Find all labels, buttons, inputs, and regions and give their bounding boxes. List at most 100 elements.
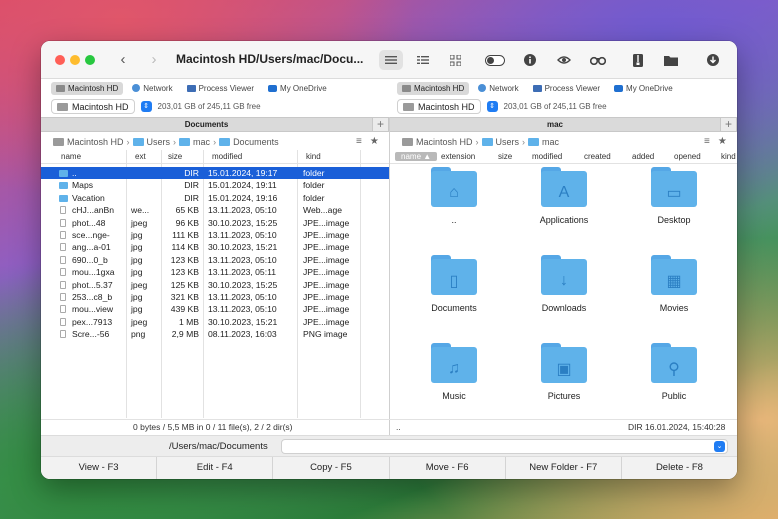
back-button[interactable]: ‹ — [113, 50, 133, 70]
disk-icon — [57, 102, 68, 111]
drive-macintosh-hd[interactable]: Macintosh HD — [397, 81, 470, 95]
right-add-tab-button[interactable]: + — [720, 117, 737, 132]
edit-f4-button[interactable]: Edit - F4 — [157, 457, 274, 479]
folder-icon: ▯ — [431, 255, 477, 295]
col-name[interactable]: name — [61, 152, 81, 161]
drive-macintosh-hd[interactable]: Macintosh HD — [51, 81, 124, 95]
table-row[interactable]: pex...7913 jpeg 1 MB 30.10.2023, 15:21 JPE..… — [41, 316, 389, 328]
command-input[interactable]: ⌄ — [281, 439, 728, 454]
download-icon[interactable] — [701, 50, 725, 70]
grid-view-icon[interactable] — [443, 50, 467, 70]
table-row[interactable]: Scre...-56 png 2,9 MB 08.11.2023, 16:03 PNG … — [41, 328, 389, 340]
minimize-window-button[interactable] — [70, 55, 80, 65]
eye-icon[interactable] — [552, 50, 576, 70]
new-folder-f7-button[interactable]: New Folder - F7 — [506, 457, 622, 479]
crumb[interactable]: mac — [542, 137, 559, 147]
close-window-button[interactable] — [55, 55, 65, 65]
table-row[interactable]: cHJ...anBn we... 65 KB 13.11.2023, 05:10 Web… — [41, 204, 389, 216]
cell-name: Scre...-56 — [72, 329, 110, 340]
updown-chevron-icon[interactable]: ⇕ — [486, 101, 498, 112]
col-ext[interactable]: ext — [135, 152, 146, 161]
left-disk-selector[interactable]: Macintosh HD — [51, 99, 135, 114]
drive-network[interactable]: Network — [473, 82, 523, 95]
folder-item[interactable]: ♫ Music — [404, 343, 504, 401]
col-created[interactable]: created — [584, 152, 611, 161]
star-icon[interactable]: ★ — [370, 136, 379, 147]
table-row[interactable]: mou...1gxa jpg 123 KB 13.11.2023, 05:11 JPE.… — [41, 266, 389, 278]
forward-button[interactable]: › — [144, 50, 164, 70]
folder-item[interactable]: ↓ Downloads — [514, 255, 614, 313]
list-view-icon[interactable] — [379, 50, 403, 70]
home-folder-icon — [528, 137, 540, 146]
folder-icon[interactable] — [659, 50, 683, 70]
chevron-down-icon[interactable]: ⌄ — [714, 441, 725, 452]
move-f6-button[interactable]: Move - F6 — [390, 457, 506, 479]
col-name[interactable]: name ▲ — [395, 152, 438, 161]
cell-modified: 30.10.2023, 15:25 — [208, 279, 278, 290]
crumb[interactable]: Macintosh HD — [67, 137, 124, 147]
folder-item[interactable]: ⌂.. — [404, 167, 504, 225]
menu-icon[interactable]: ≡ — [704, 136, 710, 147]
table-row[interactable]: phot...5.37 jpeg 125 KB 30.10.2023, 15:25 JP… — [41, 279, 389, 291]
right-tab-mac[interactable]: mac — [390, 117, 720, 132]
table-row[interactable]: 253...c8_b jpg 321 KB 13.11.2023, 05:10 JPE.… — [41, 291, 389, 303]
table-row[interactable]: mou...view jpg 439 KB 13.11.2023, 05:10 JPE.… — [41, 303, 389, 315]
cell-modified: 13.11.2023, 05:11 — [208, 267, 277, 278]
file-icon — [60, 305, 66, 314]
col-opened[interactable]: opened — [674, 152, 701, 161]
binoculars-icon[interactable] — [586, 50, 610, 70]
table-row[interactable]: 690...0_b jpg 123 KB 13.11.2023, 05:10 JPE..… — [41, 254, 389, 266]
crumb[interactable]: mac — [193, 137, 210, 147]
folder-item[interactable]: ▭ Desktop — [624, 167, 724, 225]
drive-process-viewer[interactable]: Process Viewer — [528, 82, 605, 95]
table-row[interactable]: ang...a-01 jpg 114 KB 30.10.2023, 15:21 JPE.… — [41, 241, 389, 253]
table-row[interactable]: Vacation DIR 15.01.2024, 19:16 folder — [41, 192, 389, 204]
folder-item[interactable]: ▣ Pictures — [514, 343, 614, 401]
drive-onedrive[interactable]: My OneDrive — [263, 82, 332, 95]
updown-chevron-icon[interactable]: ⇕ — [140, 101, 152, 112]
drive-onedrive[interactable]: My OneDrive — [609, 82, 678, 95]
folder-item[interactable]: ⚲ Public — [624, 343, 724, 401]
col-modified[interactable]: modified — [532, 152, 562, 161]
table-row[interactable]: phot...48 jpeg 96 KB 30.10.2023, 15:25 JPE..… — [41, 217, 389, 229]
crumb[interactable]: Macintosh HD — [416, 137, 473, 147]
cell-kind: JPE...image — [303, 242, 350, 253]
folder-glyph-icon: ↓ — [560, 272, 568, 289]
col-kind[interactable]: kind — [306, 152, 321, 161]
cell-name: mou...view — [72, 304, 114, 315]
cell-kind: JPE...image — [303, 279, 350, 290]
menu-icon[interactable]: ≡ — [356, 136, 362, 147]
col-size[interactable]: size — [498, 152, 512, 161]
col-kind[interactable]: kind — [721, 152, 736, 161]
col-extension[interactable]: extension — [441, 152, 475, 161]
col-size[interactable]: size — [168, 152, 182, 161]
star-icon[interactable]: ★ — [718, 136, 727, 147]
crumb[interactable]: Users — [147, 137, 171, 147]
table-row[interactable]: Maps DIR 15.01.2024, 19:11 folder — [41, 179, 389, 191]
zoom-window-button[interactable] — [85, 55, 95, 65]
table-row[interactable]: .. DIR 15.01.2024, 19:17 folder — [41, 167, 389, 180]
right-disk-selector[interactable]: Macintosh HD — [397, 99, 481, 114]
crumb[interactable]: Users — [496, 137, 520, 147]
view-f3-button[interactable]: View - F3 — [41, 457, 158, 479]
cell-size: 2,9 MB — [171, 329, 199, 340]
archive-icon[interactable] — [626, 50, 650, 70]
col-added[interactable]: added — [632, 152, 654, 161]
delete-f8-button[interactable]: Delete - F8 — [622, 457, 737, 479]
detail-view-icon[interactable] — [411, 50, 435, 70]
crumb[interactable]: Documents — [233, 137, 279, 147]
copy-f5-button[interactable]: Copy - F5 — [273, 457, 390, 479]
cell-modified: 13.11.2023, 05:10 — [208, 304, 277, 315]
left-tab-documents[interactable]: Documents — [41, 117, 372, 132]
table-row[interactable]: sce...nge-jpg 111 KB 13.11.2023, 05:10 JPE.… — [41, 229, 389, 241]
left-add-tab-button[interactable]: + — [372, 117, 389, 132]
drive-process-viewer[interactable]: Process Viewer — [182, 82, 259, 95]
toggle-icon[interactable] — [483, 50, 507, 70]
info-icon[interactable] — [518, 50, 542, 70]
right-icon-view: ⌂.. A Applications ▭ Desktop ▯ Documents ↓ Downl… — [390, 167, 737, 417]
folder-item[interactable]: ▦ Movies — [624, 255, 724, 313]
folder-item[interactable]: ▯ Documents — [404, 255, 504, 313]
drive-network[interactable]: Network — [127, 82, 177, 95]
folder-item[interactable]: A Applications — [514, 167, 614, 225]
col-modified[interactable]: modified — [212, 152, 242, 161]
